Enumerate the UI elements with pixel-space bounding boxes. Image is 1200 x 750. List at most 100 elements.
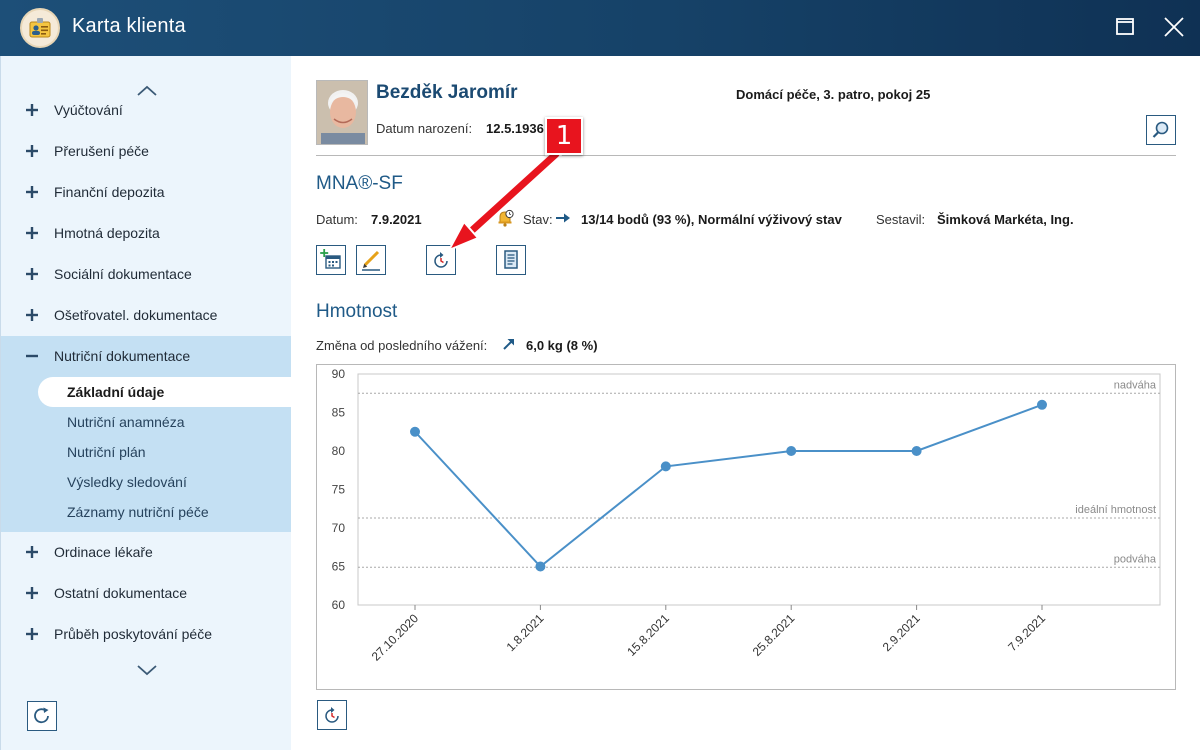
x-tick-label: 1.8.2021 bbox=[504, 611, 547, 654]
x-tick-label: 2.9.2021 bbox=[880, 611, 923, 654]
sidebar-item-ordinace-lekare[interactable]: Ordinace lékaře bbox=[1, 532, 291, 573]
y-tick-label: 80 bbox=[332, 444, 346, 458]
plus-icon bbox=[26, 186, 38, 198]
weight-data-point bbox=[911, 446, 922, 456]
weight-chart-svg: 60 65 70 75 80 85 90 nadváha ideální hmotnost pod… bbox=[332, 367, 1161, 664]
sidebar-subitem-label: Výsledky sledování bbox=[67, 474, 187, 490]
weight-section-title: Hmotnost bbox=[316, 301, 398, 322]
sidebar-subitem-vysledky-sledovani[interactable]: Výsledky sledování bbox=[38, 467, 292, 497]
weight-change-label: Změna od posledního vážení: bbox=[316, 338, 488, 353]
sidebar-item-label: Průběh poskytování péče bbox=[54, 626, 212, 642]
sidebar-item-label: Finanční depozita bbox=[54, 184, 165, 200]
history-button[interactable] bbox=[426, 245, 456, 275]
client-card-icon bbox=[20, 8, 60, 48]
reminder-bell-icon bbox=[495, 208, 515, 228]
weight-chart: 60 65 70 75 80 85 90 nadváha ideální hmotnost pod… bbox=[316, 364, 1176, 690]
y-tick-label: 75 bbox=[332, 483, 346, 497]
x-tick-label: 15.8.2021 bbox=[624, 611, 672, 659]
close-button[interactable] bbox=[1160, 12, 1190, 42]
weight-data-point bbox=[535, 561, 546, 572]
trend-up-icon bbox=[502, 337, 516, 351]
mna-date-value: 7.9.2021 bbox=[371, 212, 422, 227]
search-button[interactable] bbox=[1146, 115, 1176, 145]
sidebar-item-financni-depozita[interactable]: Finanční depozita bbox=[1, 172, 291, 213]
sidebar-item-label: Hmotná depozita bbox=[54, 225, 160, 241]
sidebar-item-nutricni-dokumentace[interactable]: Nutriční dokumentace bbox=[1, 336, 291, 377]
plus-icon bbox=[26, 145, 38, 157]
mna-author-label: Sestavil: bbox=[876, 212, 926, 227]
reference-line-label: podváha bbox=[1114, 553, 1157, 565]
document-icon bbox=[504, 250, 518, 269]
sidebar-item-label: Nutriční dokumentace bbox=[54, 348, 191, 364]
weight-data-point bbox=[786, 446, 797, 456]
sidebar-subitem-label: Základní údaje bbox=[67, 384, 165, 400]
sidebar-item-hmotna-depozita[interactable]: Hmotná depozita bbox=[1, 213, 291, 254]
main-panel: Bezděk Jaromír Datum narození: 12.5.1936… bbox=[291, 56, 1200, 750]
plus-icon bbox=[26, 104, 38, 116]
sidebar-item-vyuctovani[interactable]: Vyúčtování bbox=[1, 90, 291, 131]
birth-date-value: 12.5.1936 bbox=[486, 121, 544, 136]
maximize-icon bbox=[1116, 18, 1134, 35]
patient-photo bbox=[316, 80, 368, 145]
reference-line-label: nadváha bbox=[1114, 379, 1157, 391]
sidebar-item-ostatni-dokumentace[interactable]: Ostatní dokumentace bbox=[1, 573, 291, 614]
plus-icon bbox=[26, 309, 38, 321]
weight-change-value: 6,0 kg (8 %) bbox=[526, 338, 598, 353]
weight-series-line bbox=[414, 403, 1043, 568]
plus-icon bbox=[26, 628, 38, 640]
weight-data-point bbox=[660, 461, 671, 472]
y-tick-label: 60 bbox=[332, 598, 346, 612]
sidebar-scroll-down-button[interactable] bbox=[132, 660, 162, 680]
plus-icon bbox=[26, 227, 38, 239]
sidebar-subitem-label: Nutriční anamnéza bbox=[67, 414, 185, 430]
history-clock-icon bbox=[434, 252, 448, 268]
y-tick-label: 70 bbox=[332, 521, 346, 535]
y-tick-label: 65 bbox=[332, 560, 346, 574]
sidebar-subitem-nutricni-plan[interactable]: Nutriční plán bbox=[38, 437, 292, 467]
weight-data-point bbox=[410, 426, 420, 437]
sidebar-item-osetrovatel-dokumentace[interactable]: Ošetřovatel. dokumentace bbox=[1, 295, 291, 336]
mna-status-value: 13/14 bodů (93 %), Normální výživový sta… bbox=[581, 212, 842, 227]
patient-location: Domácí péče, 3. patro, pokoj 25 bbox=[736, 87, 931, 102]
mna-section-title: MNA®-SF bbox=[316, 173, 403, 194]
sidebar-subitem-nutricni-anamneza[interactable]: Nutriční anamnéza bbox=[38, 407, 292, 437]
sidebar-item-label: Vyúčtování bbox=[54, 102, 123, 118]
y-tick-label: 85 bbox=[332, 406, 346, 420]
add-record-button[interactable] bbox=[316, 245, 346, 275]
x-tick-label: 7.9.2021 bbox=[1005, 611, 1048, 654]
arrow-right-icon bbox=[555, 211, 571, 225]
sidebar-subitem-zakladni-udaje[interactable]: Základní údaje bbox=[38, 377, 292, 407]
sidebar-item-label: Sociální dokumentace bbox=[54, 266, 192, 282]
sidebar-item-prubeh-poskytovani-pece[interactable]: Průběh poskytování péče bbox=[1, 614, 291, 655]
sidebar-item-socialni-dokumentace[interactable]: Sociální dokumentace bbox=[1, 254, 291, 295]
callout-badge: 1 bbox=[545, 117, 583, 155]
header-divider bbox=[316, 155, 1176, 156]
history-clock-icon bbox=[325, 707, 339, 723]
edit-pencil-icon bbox=[362, 250, 380, 271]
edit-record-button[interactable] bbox=[356, 245, 386, 275]
chevron-down-icon bbox=[137, 665, 157, 676]
refresh-button[interactable] bbox=[27, 701, 57, 731]
mna-author-value: Šimková Markéta, Ing. bbox=[937, 212, 1074, 227]
chart-history-button[interactable] bbox=[317, 700, 347, 730]
x-tick-label: 25.8.2021 bbox=[750, 611, 798, 659]
add-calendar-icon bbox=[320, 249, 341, 269]
document-button[interactable] bbox=[496, 245, 526, 275]
sidebar-subitem-zaznamy-nutricni-pece[interactable]: Záznamy nutriční péče bbox=[38, 497, 292, 527]
sidebar-item-label: Ošetřovatel. dokumentace bbox=[54, 307, 218, 323]
refresh-icon bbox=[34, 707, 49, 724]
x-tick-label: 27.10.2020 bbox=[369, 611, 422, 664]
y-tick-label: 90 bbox=[332, 367, 346, 381]
maximize-button[interactable] bbox=[1111, 12, 1141, 42]
sidebar-item-label: Přerušení péče bbox=[54, 143, 149, 159]
sidebar-item-preruseni-pece[interactable]: Přerušení péče bbox=[1, 131, 291, 172]
mna-status-label: Stav: bbox=[523, 212, 553, 227]
sidebar-item-label: Ordinace lékaře bbox=[54, 544, 153, 560]
window-title: Karta klienta bbox=[72, 15, 186, 37]
minus-icon bbox=[26, 354, 38, 358]
sidebar-subitem-label: Nutriční plán bbox=[67, 444, 146, 460]
mna-date-label: Datum: bbox=[316, 212, 358, 227]
sidebar-subitem-label: Záznamy nutriční péče bbox=[67, 504, 209, 520]
plus-icon bbox=[26, 546, 38, 558]
plus-icon bbox=[26, 268, 38, 280]
